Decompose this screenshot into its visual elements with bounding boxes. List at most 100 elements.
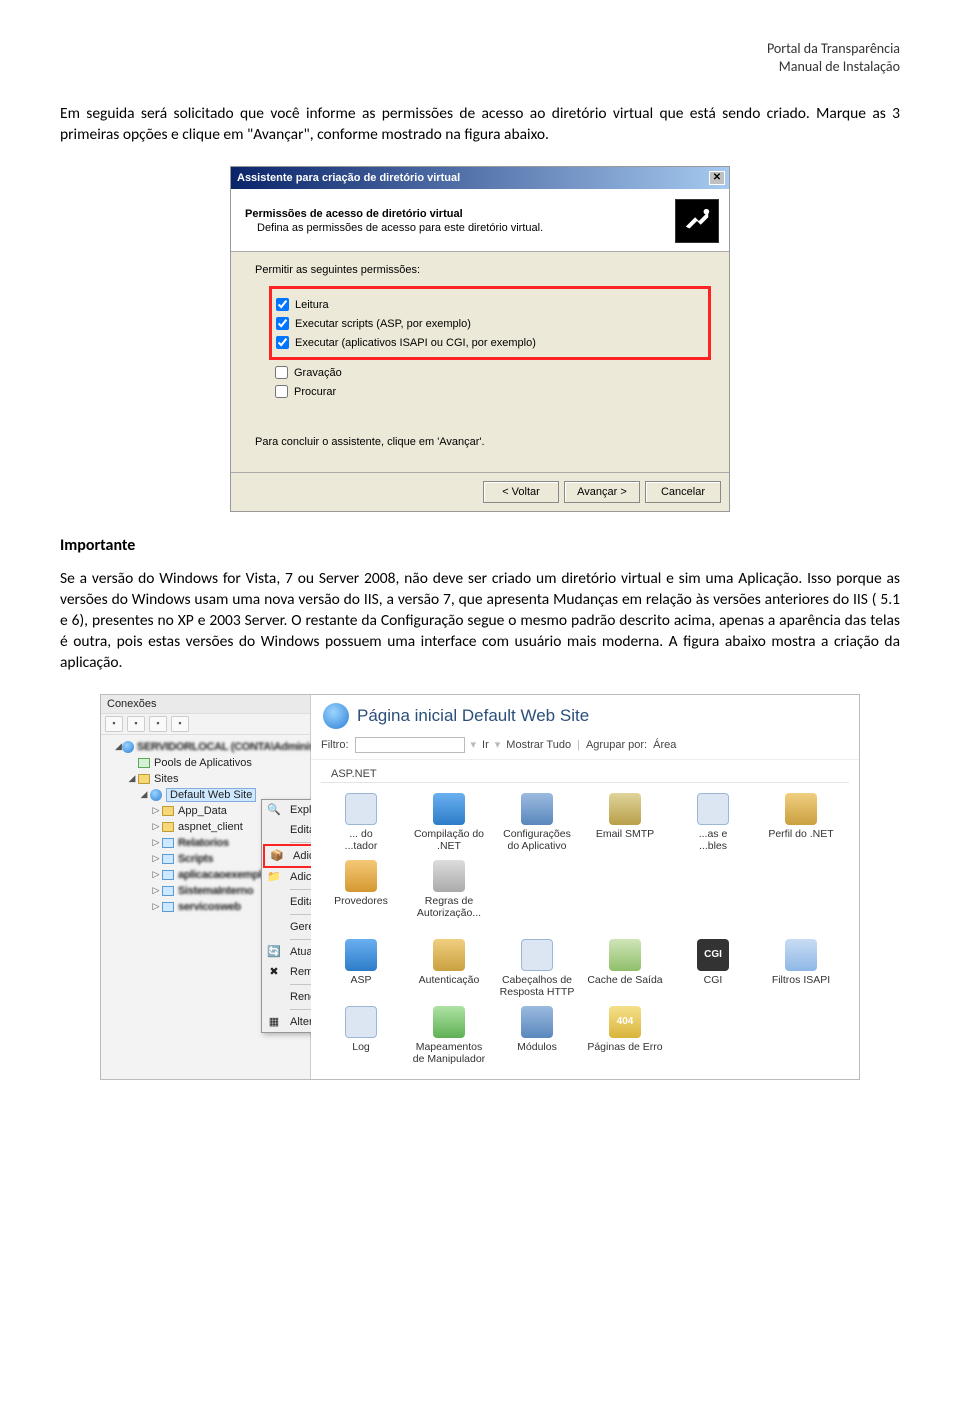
feature-item[interactable]: Cabeçalhos deResposta HTTP [493, 935, 581, 1002]
feature-label: Cache de Saída [583, 974, 667, 986]
back-button[interactable]: < Voltar [483, 481, 559, 503]
wizard-icon [675, 199, 719, 243]
feature-item[interactable]: Compilação do.NET [405, 789, 493, 856]
permissions-label: Permitir as seguintes permissões: [255, 264, 705, 276]
feature-icon: 404 [609, 1006, 641, 1038]
remove-icon: ✖ [266, 964, 282, 980]
feature-icon [521, 1006, 553, 1038]
main-title-text: Página inicial Default Web Site [357, 706, 589, 726]
feature-icon [345, 1006, 377, 1038]
tree-server[interactable]: ◢SERVIDORLOCAL (CONTA\Administrador) [103, 739, 308, 755]
feature-icon [345, 939, 377, 971]
checkbox-procurar-label: Procurar [294, 386, 336, 398]
filter-label: Filtro: [321, 739, 349, 751]
feature-item[interactable]: Mapeamentosde Manipulador [405, 1002, 493, 1069]
main-title: Página inicial Default Web Site [311, 695, 859, 735]
dialog-header-title: Permissões de acesso de diretório virtua… [245, 208, 675, 220]
feature-icon [609, 939, 641, 971]
checkbox-isapi-label: Executar (aplicativos ISAPI ou CGI, por … [295, 337, 536, 349]
feature-item[interactable]: Provedores [317, 856, 405, 923]
feature-label: Autenticação [407, 974, 491, 986]
feature-grid-aspnet: ... do...tadorCompilação do.NETConfigura… [311, 787, 859, 933]
screenshot-wizard: Assistente para criação de diretório vir… [60, 166, 900, 512]
feature-item[interactable]: Autenticação [405, 935, 493, 1002]
doc-header: Portal da Transparência Manual de Instal… [60, 40, 900, 76]
filter-mostrar-tudo[interactable]: Mostrar Tudo [506, 739, 571, 751]
feature-label: Páginas de Erro [583, 1041, 667, 1053]
screenshot-iis: Conexões ▪ ▪ ▪ ▪ ◢SERVIDORLOCAL (CONTA\A… [60, 694, 900, 1081]
tree-sites[interactable]: ◢Sites [103, 771, 308, 787]
checkbox-procurar[interactable]: Procurar [275, 385, 705, 398]
cancel-button[interactable]: Cancelar [645, 481, 721, 503]
dialog-header-subtitle: Defina as permissões de acesso para este… [245, 222, 675, 234]
feature-label: ASP [319, 974, 403, 986]
dialog-body: Permitir as seguintes permissões: Leitur… [231, 252, 729, 472]
filter-input[interactable] [355, 737, 465, 753]
feature-label: Módulos [495, 1041, 579, 1053]
toolbar-btn[interactable]: ▪ [171, 716, 189, 732]
iis-window: Conexões ▪ ▪ ▪ ▪ ◢SERVIDORLOCAL (CONTA\A… [100, 694, 860, 1081]
feature-icon [433, 860, 465, 892]
checkbox-gravacao[interactable]: Gravação [275, 366, 705, 379]
feature-label: Regras deAutorização... [407, 895, 491, 919]
dialog-header-text: Permissões de acesso de diretório virtua… [245, 208, 675, 234]
feature-label: Email SMTP [583, 828, 667, 840]
feature-item[interactable]: 404 Páginas de Erro [581, 1002, 669, 1069]
feature-item[interactable]: Email SMTP [581, 789, 669, 856]
feature-icon [345, 860, 377, 892]
checkbox-group: Leitura Executar scripts (ASP, por exemp… [275, 286, 705, 398]
feature-icon [521, 793, 553, 825]
feature-item[interactable]: Módulos [493, 1002, 581, 1069]
feature-item[interactable]: ...as e...bles [669, 789, 757, 856]
highlight-box: Leitura Executar scripts (ASP, por exemp… [269, 286, 711, 360]
doc-header-line1: Portal da Transparência [60, 40, 900, 58]
feature-label: Mapeamentosde Manipulador [407, 1041, 491, 1065]
close-icon[interactable]: ✕ [709, 171, 725, 185]
paragraph-intro: Em seguida será solicitado que você info… [60, 104, 900, 146]
feature-label: Compilação do.NET [407, 828, 491, 852]
iis-connections-panel: Conexões ▪ ▪ ▪ ▪ ◢SERVIDORLOCAL (CONTA\A… [101, 695, 311, 1080]
feature-icon [433, 793, 465, 825]
feature-item[interactable]: Cache de Saída [581, 935, 669, 1002]
feature-icon: CGI [697, 939, 729, 971]
feature-icon [433, 1006, 465, 1038]
feature-item[interactable]: CGI CGI [669, 935, 757, 1002]
feature-item[interactable]: Configuraçõesdo Aplicativo [493, 789, 581, 856]
feature-item[interactable]: Perfil do .NET [757, 789, 845, 856]
paragraph-importante: Se a versão do Windows for Vista, 7 ou S… [60, 569, 900, 674]
tree-pools[interactable]: Pools de Aplicativos [103, 755, 308, 771]
toolbar-btn[interactable]: ▪ [149, 716, 167, 732]
checkbox-scripts[interactable]: Executar scripts (ASP, por exemplo) [276, 317, 704, 330]
feature-label: Log [319, 1041, 403, 1053]
feature-label: Configuraçõesdo Aplicativo [495, 828, 579, 852]
feature-item[interactable]: ASP [317, 935, 405, 1002]
checkbox-leitura[interactable]: Leitura [276, 298, 704, 311]
feature-label: ...as e...bles [671, 828, 755, 852]
checkbox-leitura-label: Leitura [295, 299, 329, 311]
add-app-icon: 📦 [269, 848, 285, 864]
feature-icon [785, 939, 817, 971]
checkbox-isapi[interactable]: Executar (aplicativos ISAPI ou CGI, por … [276, 336, 704, 349]
globe-icon [323, 703, 349, 729]
toolbar-btn[interactable]: ▪ [105, 716, 123, 732]
filter-ir[interactable]: Ir [482, 739, 489, 751]
dialog-header: Permissões de acesso de diretório virtua… [231, 189, 729, 252]
feature-item[interactable]: ... do...tador [317, 789, 405, 856]
titlebar-text: Assistente para criação de diretório vir… [235, 172, 709, 184]
checkbox-scripts-label: Executar scripts (ASP, por exemplo) [295, 318, 471, 330]
feature-label: CGI [671, 974, 755, 986]
feature-item[interactable]: Log [317, 1002, 405, 1069]
agrupar-value[interactable]: Área [653, 739, 676, 751]
finish-text: Para concluir o assistente, clique em 'A… [255, 436, 705, 448]
feature-icon [345, 793, 377, 825]
feature-icon [433, 939, 465, 971]
category-aspnet: ASP.NET [321, 760, 849, 783]
wizard-dialog: Assistente para criação de diretório vir… [230, 166, 730, 512]
filter-bar: Filtro: ▾ Ir ▾ Mostrar Tudo | Agrupar po… [311, 735, 859, 760]
connections-toolbar: ▪ ▪ ▪ ▪ [101, 714, 310, 735]
feature-item[interactable]: Filtros ISAPI [757, 935, 845, 1002]
feature-icon [521, 939, 553, 971]
toolbar-btn[interactable]: ▪ [127, 716, 145, 732]
feature-item[interactable]: Regras deAutorização... [405, 856, 493, 923]
next-button[interactable]: Avançar > [564, 481, 640, 503]
